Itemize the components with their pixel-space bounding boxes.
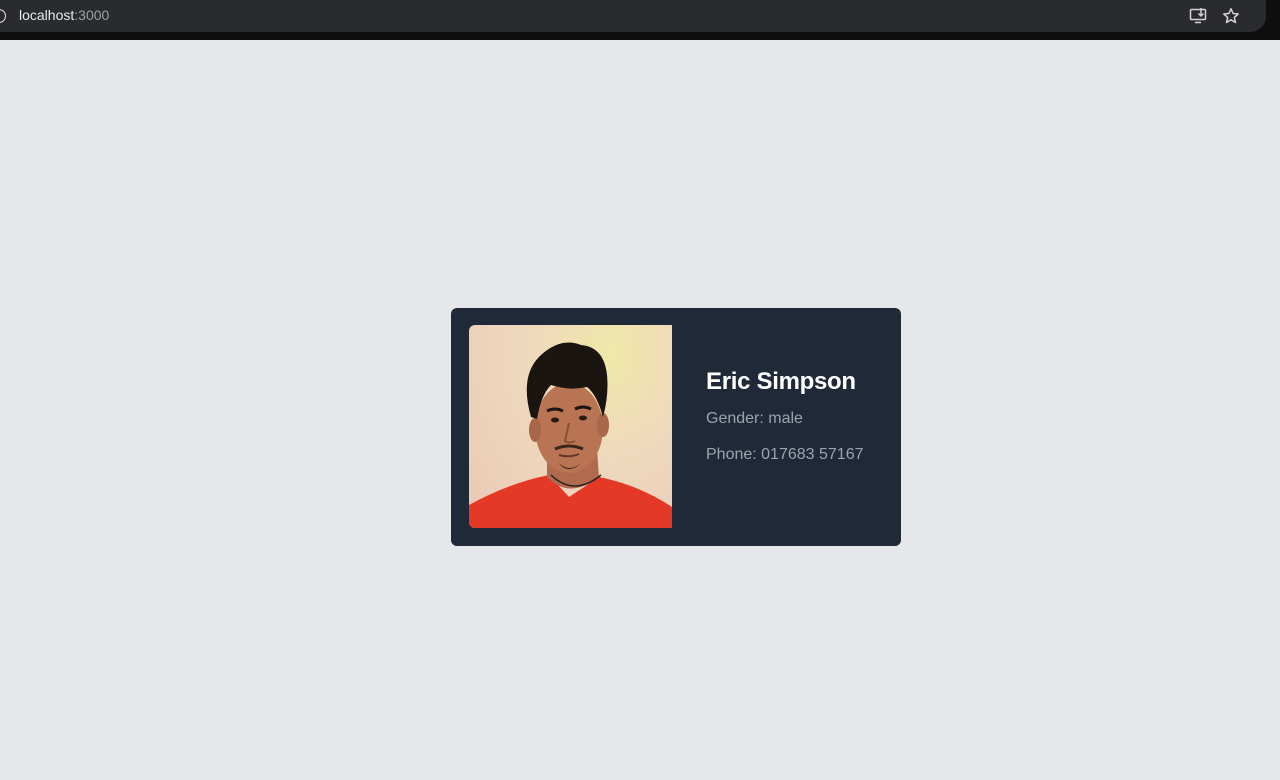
url-port: :3000 [74,7,110,23]
profile-phone: Phone: 017683 57167 [706,446,864,463]
profile-gender: Gender: male [706,410,803,427]
browser-toolbar: i localhost:3000 [0,0,1280,40]
profile-name: Eric Simpson [706,368,856,395]
avatar [469,325,672,528]
star-icon[interactable] [1221,6,1241,26]
info-icon[interactable]: i [0,9,6,23]
url-text[interactable]: localhost:3000 [19,7,109,23]
url-host: localhost [19,7,75,23]
address-bar[interactable]: i localhost:3000 [0,0,1266,32]
profile-card: Eric Simpson Gender: male Phone: 017683 … [451,308,901,546]
profile-info: Eric Simpson Gender: male Phone: 017683 … [706,368,863,464]
install-app-icon[interactable] [1188,6,1208,26]
